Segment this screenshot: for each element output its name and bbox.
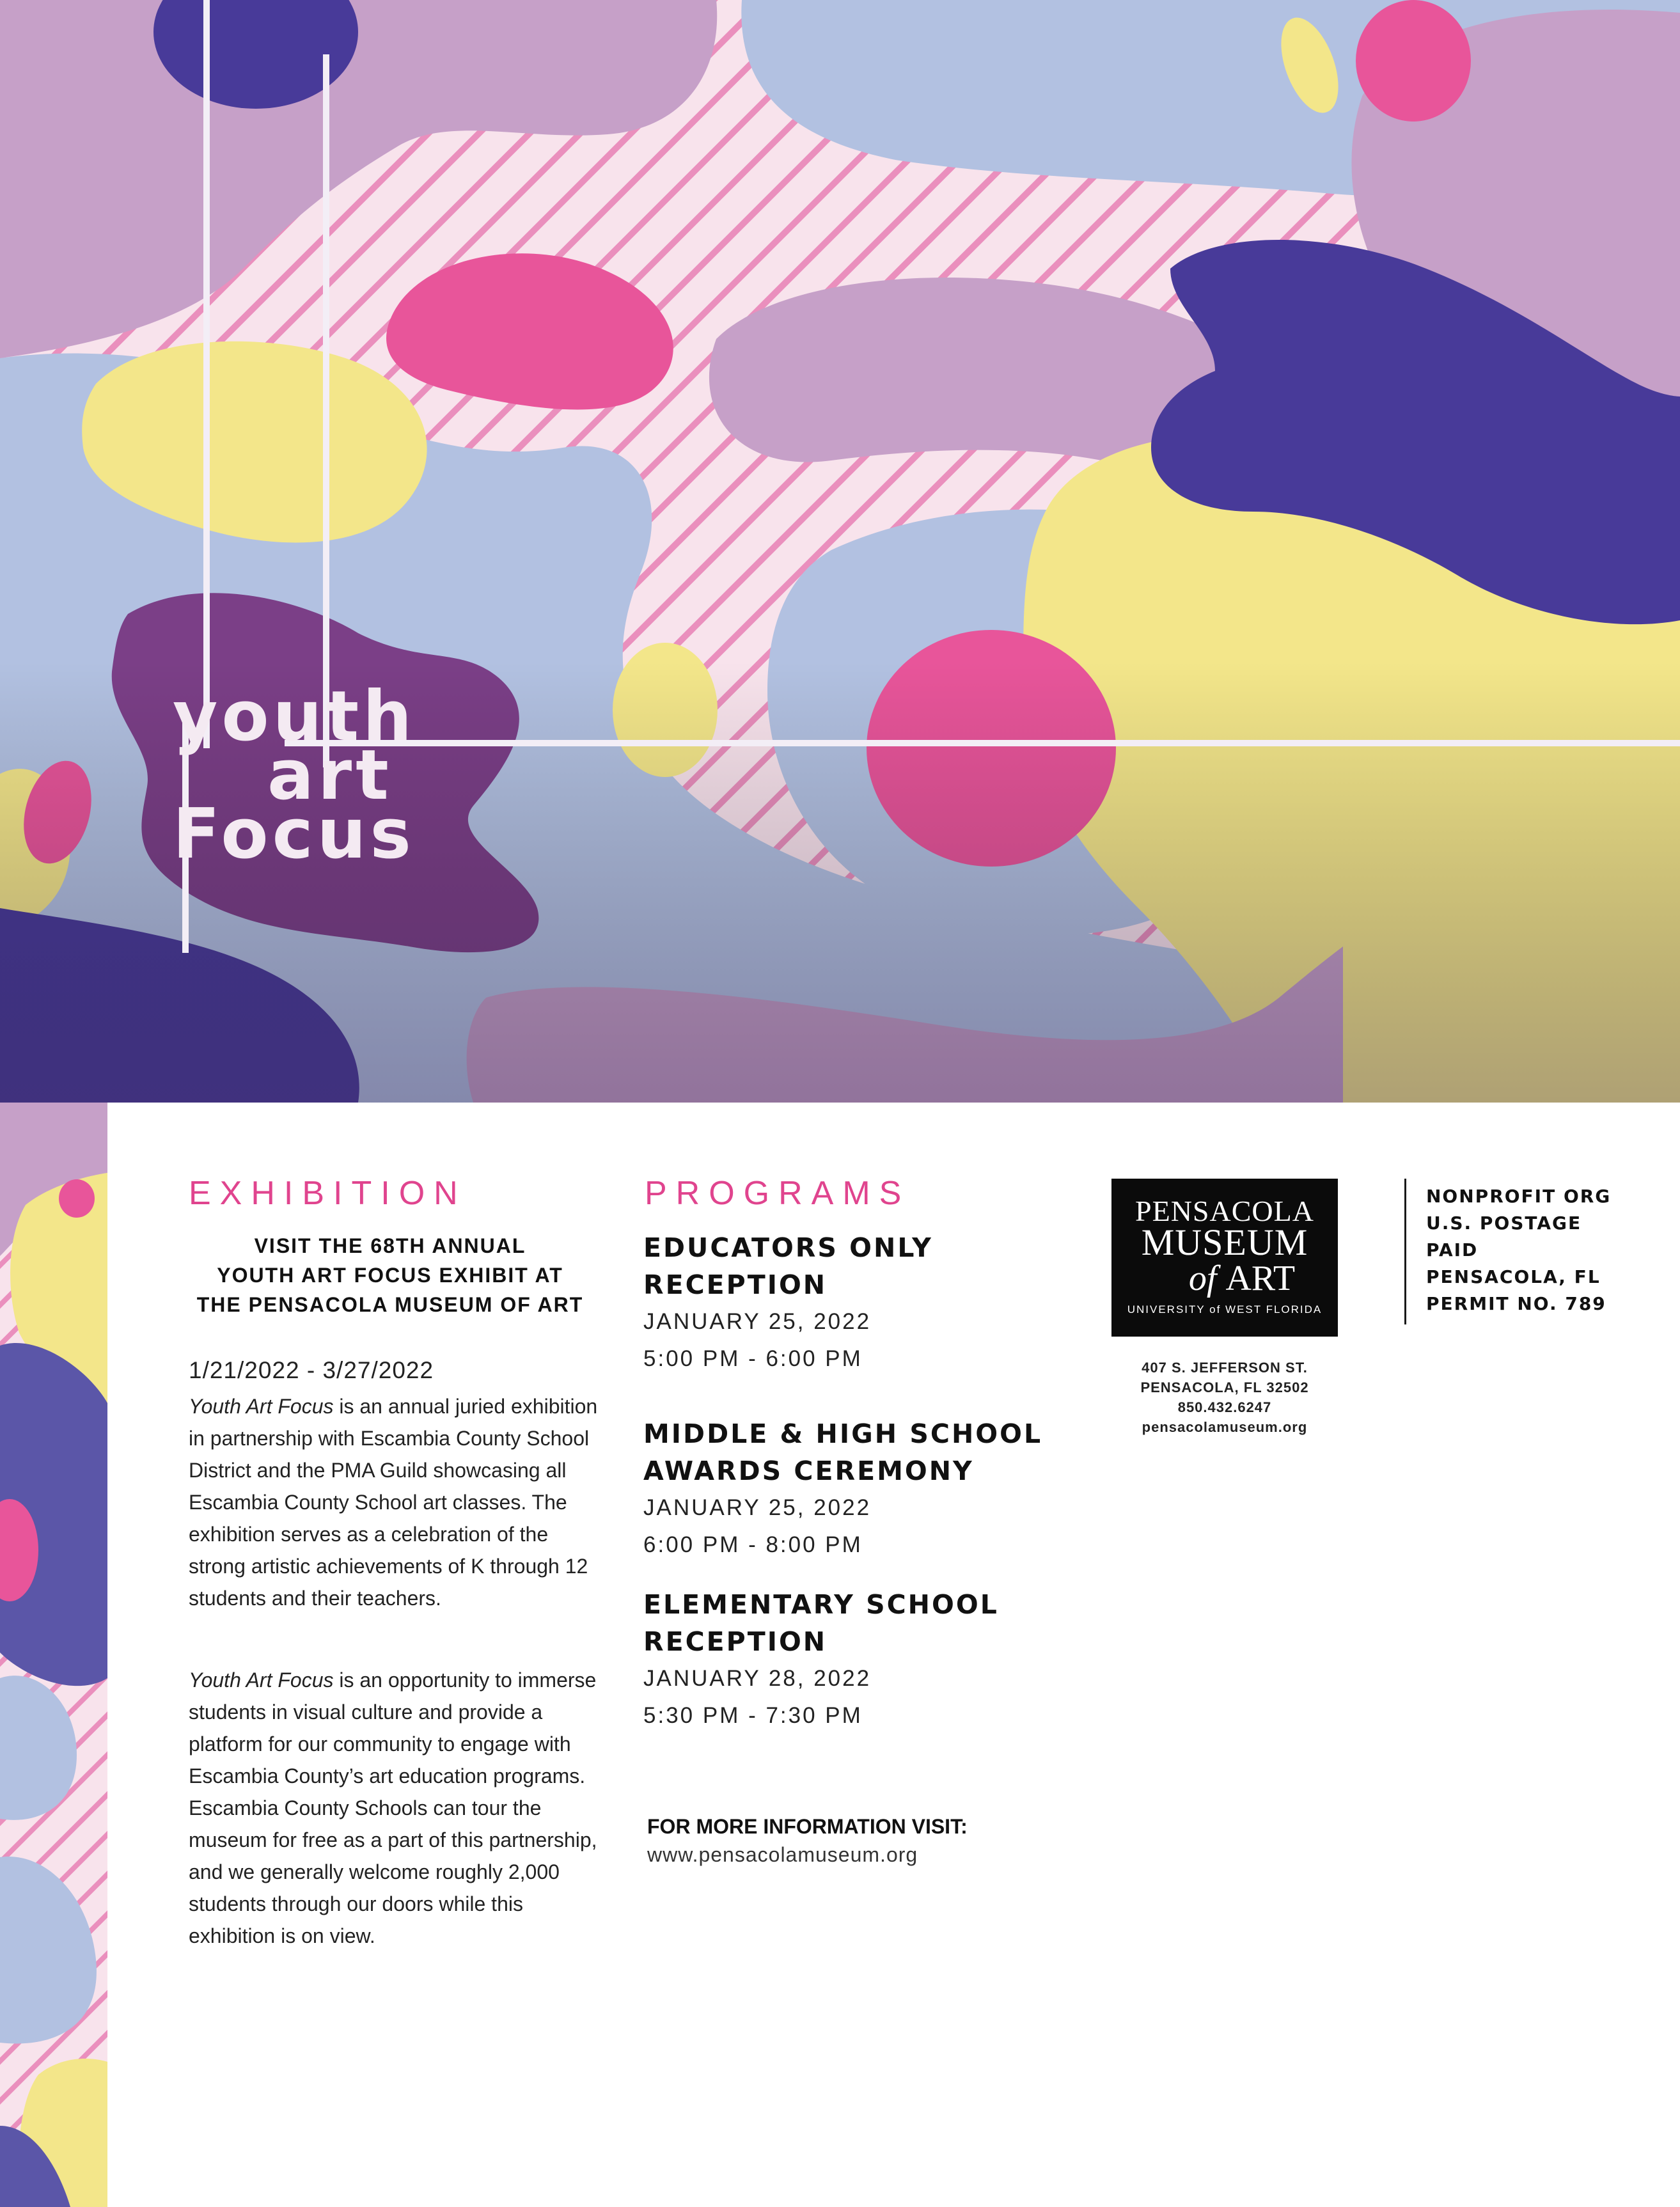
postage-line: PERMIT NO. 789 [1426,1293,1606,1314]
program-title: ELEMENTARY SCHOOL [643,1589,999,1620]
program-title: RECEPTION [643,1626,828,1657]
abstract-shapes-illustration [0,0,1680,1103]
postage-line: NONPROFIT ORG [1426,1186,1612,1207]
address-line: 407 S. JEFFERSON ST. [1142,1360,1308,1376]
postage-line: U.S. POSTAGE [1426,1213,1582,1234]
program-date: JANUARY 25, 2022 [643,1309,872,1334]
exhibition-heading: EXHIBITION [189,1175,467,1212]
youth-art-focus-logo: youth art Focus [173,682,416,874]
programs-heading: PROGRAMS [645,1175,911,1212]
program-time: 5:30 PM - 7:30 PM [643,1703,863,1728]
program-title: MIDDLE & HIGH SCHOOL [643,1418,1043,1449]
pensacola-museum-logo: PENSACOLA MUSEUM of ART UNIVERSITY of WE… [1111,1179,1338,1337]
address-line: PENSACOLA, FL 32502 [1140,1379,1309,1395]
program-date: JANUARY 28, 2022 [643,1666,872,1691]
exhibition-intro-line: YOUTH ART FOCUS EXHIBIT AT [217,1264,563,1287]
exhibition-intro-line: THE PENSACOLA MUSEUM OF ART [196,1293,584,1316]
logo-tagline: UNIVERSITY of WEST FLORIDA [1127,1303,1323,1316]
postage-indicia: NONPROFIT ORG U.S. POSTAGE PAID PENSACOL… [1426,1183,1611,1317]
postage-divider [1404,1179,1406,1324]
more-info-label: FOR MORE INFORMATION VISIT: [647,1815,968,1838]
program-time: 6:00 PM - 8:00 PM [643,1532,863,1557]
logo-of: of [1188,1259,1217,1298]
logo-art: ART [1225,1259,1296,1298]
program-item: ELEMENTARY SCHOOL RECEPTION JANUARY 28, … [643,1586,1091,1734]
logo-museum: MUSEUM [1141,1221,1308,1263]
postage-line: PENSACOLA, FL [1426,1266,1601,1287]
exhibition-paragraph-2: Youth Art Focus is an opportunity to imm… [189,1664,598,1952]
exhibit-title-italic: Youth Art Focus [189,1669,334,1692]
paragraph-1-text: is an annual juried exhibition in partne… [189,1395,598,1610]
hero-artwork: youth art Focus [0,0,1680,1103]
program-time: 5:00 PM - 6:00 PM [643,1346,863,1371]
program-title: EDUCATORS ONLY [643,1232,933,1263]
phone-number: 850.432.6247 [1177,1399,1272,1415]
program-item: EDUCATORS ONLY RECEPTION JANUARY 25, 202… [643,1229,1091,1378]
paragraph-2-text: is an opportunity to immerse students in… [189,1669,597,1947]
exhibit-title-italic: Youth Art Focus [189,1395,334,1418]
exhibition-dates: 1/21/2022 - 3/27/2022 [189,1357,434,1383]
postage-line: PAID [1426,1239,1479,1261]
program-title: RECEPTION [643,1269,828,1300]
side-strip-shapes [0,1103,107,2207]
program-date: JANUARY 25, 2022 [643,1495,872,1520]
museum-website[interactable]: pensacolamuseum.org [1111,1417,1338,1437]
program-title: AWARDS CEREMONY [643,1456,974,1486]
exhibition-intro-line: VISIT THE 68TH ANNUAL [254,1234,526,1257]
museum-address: 407 S. JEFFERSON ST. PENSACOLA, FL 32502… [1111,1358,1338,1437]
program-item: MIDDLE & HIGH SCHOOL AWARDS CEREMONY JAN… [643,1415,1091,1564]
logo-line-focus: Focus [173,794,415,874]
exhibition-intro: VISIT THE 68TH ANNUAL YOUTH ART FOCUS EX… [185,1231,595,1319]
logo-of-art: of ART [1111,1258,1338,1299]
website-link[interactable]: www.pensacolamuseum.org [647,1843,918,1867]
exhibition-paragraph-1: Youth Art Focus is an annual juried exhi… [189,1390,598,1614]
side-decorative-strip [0,1103,107,2207]
